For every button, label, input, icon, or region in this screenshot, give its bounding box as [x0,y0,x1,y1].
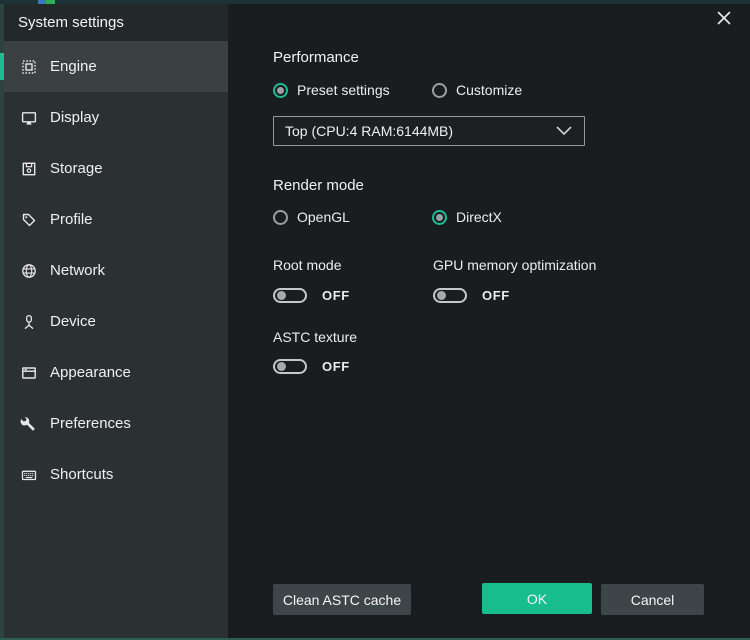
radio-customize[interactable]: Customize [432,82,522,98]
radio-directx[interactable]: DirectX [432,209,502,225]
sidebar-item-device[interactable]: Device [4,296,228,347]
toggle-switch-icon[interactable] [273,359,307,374]
sidebar-item-engine[interactable]: Engine [4,41,228,92]
sidebar-item-label: Preferences [50,415,131,432]
toggle-state-label: OFF [482,288,510,303]
sidebar-item-label: Shortcuts [50,466,113,483]
preset-dropdown-value: Top (CPU:4 RAM:6144MB) [285,123,556,139]
globe-icon [20,262,38,280]
radio-selected-icon [432,210,447,225]
sidebar-item-preferences[interactable]: Preferences [4,398,228,449]
sidebar-item-label: Device [50,313,96,330]
monitor-icon [20,109,38,127]
toggle-state-label: OFF [322,288,350,303]
wrench-icon [20,415,38,433]
window-icon [20,364,38,382]
sidebar-item-shortcuts[interactable]: Shortcuts [4,449,228,500]
floppy-disk-icon [20,160,38,178]
keyboard-icon [20,466,38,484]
ok-button[interactable]: OK [482,583,592,614]
sidebar-item-label: Display [50,109,99,126]
clean-astc-cache-button[interactable]: Clean ASTC cache [273,584,411,615]
radio-label: Customize [456,82,522,98]
radio-unselected-icon [273,210,288,225]
sidebar-item-display[interactable]: Display [4,92,228,143]
sidebar-item-label: Appearance [50,364,131,381]
chevron-down-icon [556,122,572,140]
system-settings-dialog: System settings Engine Display Storage P… [0,0,750,640]
toggle-switch-icon[interactable] [273,288,307,303]
toggle-knob [277,362,286,371]
close-button[interactable] [711,7,737,33]
astc-texture-toggle[interactable]: OFF [273,358,350,374]
settings-sidebar: System settings Engine Display Storage P… [4,4,228,638]
sidebar-item-label: Profile [50,211,93,228]
toggle-state-label: OFF [322,359,350,374]
sidebar-item-appearance[interactable]: Appearance [4,347,228,398]
root-mode-toggle[interactable]: OFF [273,287,350,303]
sidebar-item-label: Engine [50,58,97,75]
cancel-button[interactable]: Cancel [601,584,704,615]
radio-selected-icon [273,83,288,98]
tag-icon [20,211,38,229]
performance-heading: Performance [273,49,359,66]
radio-opengl[interactable]: OpenGL [273,209,350,225]
toggle-switch-icon[interactable] [433,288,467,303]
root-mode-label: Root mode [273,257,341,273]
sidebar-item-profile[interactable]: Profile [4,194,228,245]
render-mode-heading: Render mode [273,177,364,194]
close-icon [717,11,731,30]
sidebar-item-label: Network [50,262,105,279]
preset-dropdown[interactable]: Top (CPU:4 RAM:6144MB) [273,116,585,146]
sidebar-item-label: Storage [50,160,103,177]
astc-texture-label: ASTC texture [273,329,357,345]
cpu-icon [20,58,38,76]
toggle-knob [277,291,286,300]
radio-unselected-icon [432,83,447,98]
gpu-memory-optimization-label: GPU memory optimization [433,257,596,273]
dialog-title: System settings [4,4,228,41]
radio-preset-settings[interactable]: Preset settings [273,82,390,98]
sidebar-item-network[interactable]: Network [4,245,228,296]
radio-label: DirectX [456,209,502,225]
radio-label: Preset settings [297,82,390,98]
gpu-memory-optimization-toggle[interactable]: OFF [433,287,510,303]
radio-label: OpenGL [297,209,350,225]
microphone-icon [20,313,38,331]
sidebar-item-storage[interactable]: Storage [4,143,228,194]
toggle-knob [437,291,446,300]
